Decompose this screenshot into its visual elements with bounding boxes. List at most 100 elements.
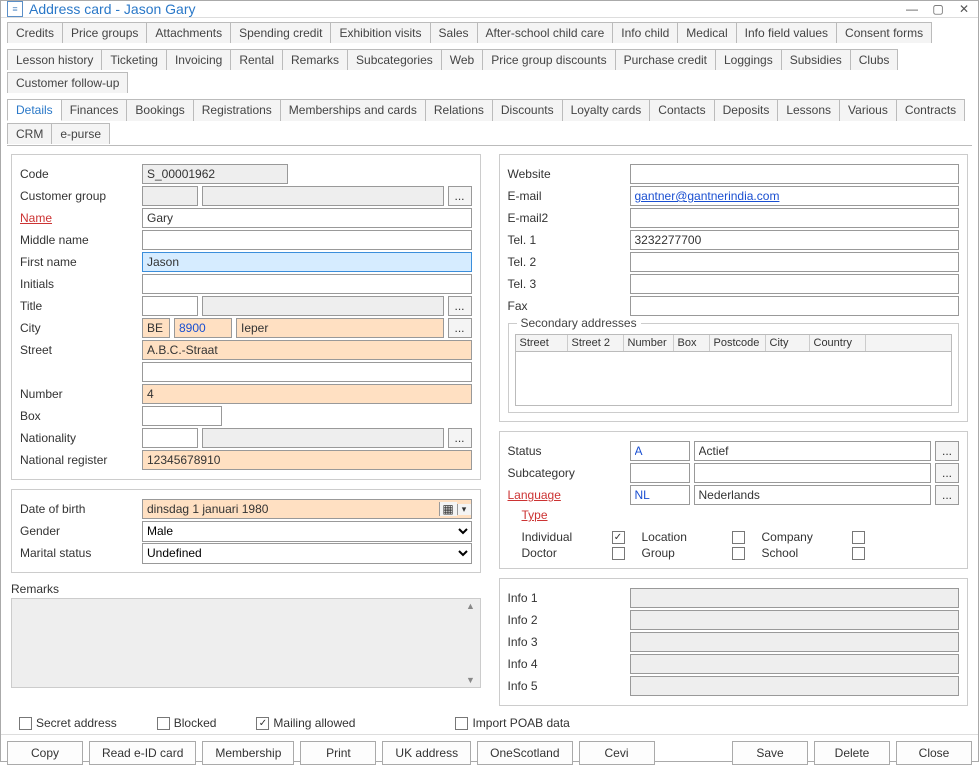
tab-finances[interactable]: Finances bbox=[61, 99, 128, 121]
location-checkbox[interactable] bbox=[732, 531, 745, 544]
tab-info-field-values[interactable]: Info field values bbox=[736, 22, 837, 43]
calendar-icon[interactable]: ▦ bbox=[439, 502, 457, 516]
tab-purchase-credit[interactable]: Purchase credit bbox=[615, 49, 716, 70]
tab-invoicing[interactable]: Invoicing bbox=[166, 49, 231, 70]
email-field[interactable]: gantner@gantnerindia.com bbox=[630, 186, 960, 206]
gender-select[interactable]: Male bbox=[142, 521, 472, 542]
grid-header-city[interactable]: City bbox=[766, 335, 810, 351]
status-code-field[interactable] bbox=[630, 441, 690, 461]
tab-subsidies[interactable]: Subsidies bbox=[781, 49, 851, 70]
status-lookup-button[interactable]: ... bbox=[935, 441, 959, 461]
title-lookup-button[interactable]: ... bbox=[448, 296, 472, 316]
nationality-code-field[interactable] bbox=[142, 428, 198, 448]
read-e-id-card-button[interactable]: Read e-ID card bbox=[89, 741, 196, 765]
tab-remarks[interactable]: Remarks bbox=[282, 49, 348, 70]
info3-field[interactable] bbox=[630, 632, 960, 652]
customer-group-lookup-button[interactable]: ... bbox=[448, 186, 472, 206]
tab-web[interactable]: Web bbox=[441, 49, 483, 70]
tab-rental[interactable]: Rental bbox=[230, 49, 283, 70]
tel1-field[interactable] bbox=[630, 230, 960, 250]
copy-button[interactable]: Copy bbox=[7, 741, 83, 765]
label-name[interactable]: Name bbox=[20, 211, 138, 225]
tab-loyalty-cards[interactable]: Loyalty cards bbox=[562, 99, 651, 121]
number-field[interactable] bbox=[142, 384, 472, 404]
subcategory-code-field[interactable] bbox=[630, 463, 690, 483]
onescotland-button[interactable]: OneScotland bbox=[477, 741, 572, 765]
grid-header-street[interactable]: Street bbox=[516, 335, 568, 351]
tab-contacts[interactable]: Contacts bbox=[649, 99, 714, 121]
tab-sales[interactable]: Sales bbox=[430, 22, 478, 43]
tab-bookings[interactable]: Bookings bbox=[126, 99, 193, 121]
delete-button[interactable]: Delete bbox=[814, 741, 890, 765]
language-code-field[interactable] bbox=[630, 485, 690, 505]
grid-header-country[interactable]: Country bbox=[810, 335, 866, 351]
customer-group-code[interactable] bbox=[142, 186, 198, 206]
tab-consent-forms[interactable]: Consent forms bbox=[836, 22, 932, 43]
tab-clubs[interactable]: Clubs bbox=[850, 49, 899, 70]
city-lookup-button[interactable]: ... bbox=[448, 318, 472, 338]
cevi-button[interactable]: Cevi bbox=[579, 741, 655, 765]
blocked-checkbox[interactable] bbox=[157, 717, 170, 730]
tab-after-school-child-care[interactable]: After-school child care bbox=[477, 22, 614, 43]
membership-button[interactable]: Membership bbox=[202, 741, 294, 765]
grid-header-number[interactable]: Number bbox=[624, 335, 674, 351]
doctor-checkbox[interactable] bbox=[612, 547, 625, 560]
secret-checkbox[interactable] bbox=[19, 717, 32, 730]
tab-info-child[interactable]: Info child bbox=[612, 22, 678, 43]
tab-loggings[interactable]: Loggings bbox=[715, 49, 782, 70]
tab-relations[interactable]: Relations bbox=[425, 99, 493, 121]
import-poab-option[interactable]: Import POAB data bbox=[455, 716, 569, 730]
maximize-icon[interactable]: ▢ bbox=[930, 2, 946, 16]
first-name-field[interactable] bbox=[142, 252, 472, 272]
tab-customer-follow-up[interactable]: Customer follow-up bbox=[7, 72, 128, 93]
minimize-icon[interactable]: — bbox=[904, 2, 920, 16]
language-lookup-button[interactable]: ... bbox=[935, 485, 959, 505]
tab-e-purse[interactable]: e-purse bbox=[51, 123, 110, 144]
group-checkbox[interactable] bbox=[732, 547, 745, 560]
uk-address-button[interactable]: UK address bbox=[382, 741, 471, 765]
blocked-option[interactable]: Blocked bbox=[157, 716, 217, 730]
mailing-option[interactable]: ✓Mailing allowed bbox=[256, 716, 355, 730]
info5-field[interactable] bbox=[630, 676, 960, 696]
tab-credits[interactable]: Credits bbox=[7, 22, 63, 43]
tab-attachments[interactable]: Attachments bbox=[146, 22, 231, 43]
tab-ticketing[interactable]: Ticketing bbox=[101, 49, 167, 70]
secret-address-option[interactable]: Secret address bbox=[19, 716, 117, 730]
marital-select[interactable]: Undefined bbox=[142, 543, 472, 564]
company-checkbox[interactable] bbox=[852, 531, 865, 544]
city-name-field[interactable] bbox=[236, 318, 444, 338]
info1-field[interactable] bbox=[630, 588, 960, 608]
grid-header-street-2[interactable]: Street 2 bbox=[568, 335, 624, 351]
tab-discounts[interactable]: Discounts bbox=[492, 99, 563, 121]
label-type[interactable]: Type bbox=[522, 508, 548, 522]
grid-header-box[interactable]: Box bbox=[674, 335, 710, 351]
chevron-down-icon[interactable]: ▾ bbox=[457, 504, 471, 515]
save-button[interactable]: Save bbox=[732, 741, 808, 765]
tab-contracts[interactable]: Contracts bbox=[896, 99, 965, 121]
website-field[interactable] bbox=[630, 164, 960, 184]
tab-price-groups[interactable]: Price groups bbox=[62, 22, 147, 43]
fax-field[interactable] bbox=[630, 296, 960, 316]
box-field[interactable] bbox=[142, 406, 222, 426]
title-code-field[interactable] bbox=[142, 296, 198, 316]
city-country-field[interactable] bbox=[142, 318, 170, 338]
tab-details[interactable]: Details bbox=[7, 99, 62, 121]
tab-deposits[interactable]: Deposits bbox=[714, 99, 779, 121]
initials-field[interactable] bbox=[142, 274, 472, 294]
subcategory-lookup-button[interactable]: ... bbox=[935, 463, 959, 483]
tel2-field[interactable] bbox=[630, 252, 960, 272]
mailing-checkbox[interactable]: ✓ bbox=[256, 717, 269, 730]
tab-medical[interactable]: Medical bbox=[677, 22, 736, 43]
street2-field[interactable] bbox=[142, 362, 472, 382]
national-register-field[interactable] bbox=[142, 450, 472, 470]
tab-spending-credit[interactable]: Spending credit bbox=[230, 22, 331, 43]
info4-field[interactable] bbox=[630, 654, 960, 674]
label-language[interactable]: Language bbox=[508, 488, 626, 502]
close-button[interactable]: Close bbox=[896, 741, 972, 765]
info2-field[interactable] bbox=[630, 610, 960, 630]
tel3-field[interactable] bbox=[630, 274, 960, 294]
close-icon[interactable]: ✕ bbox=[956, 2, 972, 16]
tab-memberships-and-cards[interactable]: Memberships and cards bbox=[280, 99, 426, 121]
email2-field[interactable] bbox=[630, 208, 960, 228]
dob-field[interactable]: dinsdag 1 januari 1980 ▦ ▾ bbox=[142, 499, 472, 519]
